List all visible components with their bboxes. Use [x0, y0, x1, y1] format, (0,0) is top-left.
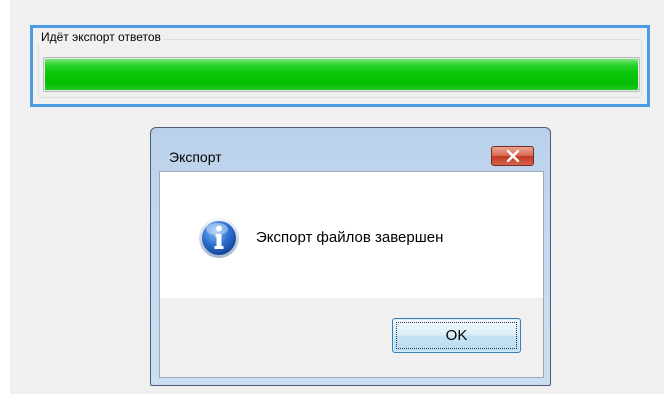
close-icon: [506, 150, 519, 162]
export-progress-bar: [43, 57, 640, 92]
dialog-message: Экспорт файлов завершен: [256, 229, 444, 246]
dialog-body: Экспорт файлов завершен OK: [159, 171, 544, 378]
close-button[interactable]: [491, 146, 534, 166]
dialog-title: Экспорт: [169, 149, 222, 165]
export-group-title: Идёт экспорт ответов: [38, 30, 164, 44]
export-progress-fill: [45, 59, 638, 90]
ok-focus-rect: [396, 322, 517, 349]
export-dialog: Экспорт Экспорт файлов завершен OK: [150, 127, 551, 386]
message-area: Экспорт файлов завершен: [160, 172, 543, 298]
ok-button[interactable]: OK: [392, 318, 521, 353]
export-progress-panel: Идёт экспорт ответов: [30, 25, 650, 107]
info-icon: [199, 218, 239, 258]
